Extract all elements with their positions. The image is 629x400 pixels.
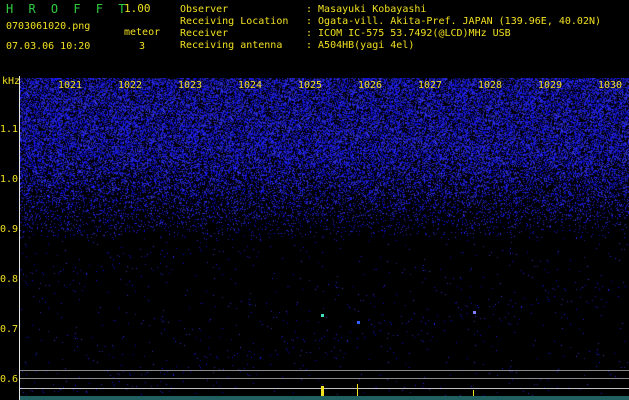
top-tick-label: 1030 (598, 80, 623, 91)
top-tick-label: 1023 (178, 80, 203, 91)
info-key-observer: Observer (180, 4, 229, 15)
info-value-observer: : Masayuki Kobayashi (306, 4, 427, 15)
top-tick-label: 1026 (358, 80, 383, 91)
top-tick-label: 1028 (478, 80, 503, 91)
meteor-count: 3 (139, 41, 146, 52)
info-key-location: Receiving Location (180, 16, 289, 27)
reference-line (20, 370, 629, 371)
top-tick-label: 1021 (58, 80, 83, 91)
left-tick-label: 1.0 (0, 174, 19, 185)
info-key-receiver: Receiver (180, 28, 229, 39)
file-name: 0703061020.png (6, 21, 91, 32)
left-tick-label: 0.8 (0, 274, 19, 285)
top-tick-label: 1024 (238, 80, 263, 91)
spectrogram-canvas (20, 78, 629, 400)
left-axis-line (19, 76, 20, 400)
axis-unit: kHz (2, 76, 21, 87)
header-panel: H R O F F T 1.00 0703061020.png 07.03.06… (0, 0, 629, 72)
echo-marker (357, 321, 360, 324)
file-datetime: 07.03.06 10:20 (6, 41, 91, 52)
info-value-receiver: : ICOM IC-575 53.7492(@LCD)MHz USB (306, 28, 511, 39)
top-tick-label: 1029 (538, 80, 563, 91)
left-tick-label: 0.9 (0, 224, 19, 235)
reference-line (20, 378, 629, 379)
echo-marker (321, 314, 324, 317)
info-value-location: : Ogata-vill. Akita-Pref. JAPAN (139.96E… (306, 16, 602, 27)
top-tick-label: 1022 (118, 80, 143, 91)
meteor-label: meteor (124, 27, 161, 38)
echo-marker (473, 311, 476, 314)
left-tick-label: 1.1 (0, 124, 19, 135)
left-tick-label: 0.6 (0, 374, 19, 385)
app-title: H R O F F T (6, 2, 130, 16)
info-value-antenna: : A504HB(yagi 4el) (306, 40, 415, 51)
top-tick-label: 1027 (418, 80, 443, 91)
app-version: 1.00 (124, 2, 151, 15)
left-tick-label: 0.7 (0, 324, 19, 335)
info-key-antenna: Receiving antenna (180, 40, 283, 51)
spectrogram-display (20, 78, 629, 400)
reference-line (20, 388, 629, 389)
top-tick-label: 1025 (298, 80, 323, 91)
baseline-strip (20, 396, 629, 400)
